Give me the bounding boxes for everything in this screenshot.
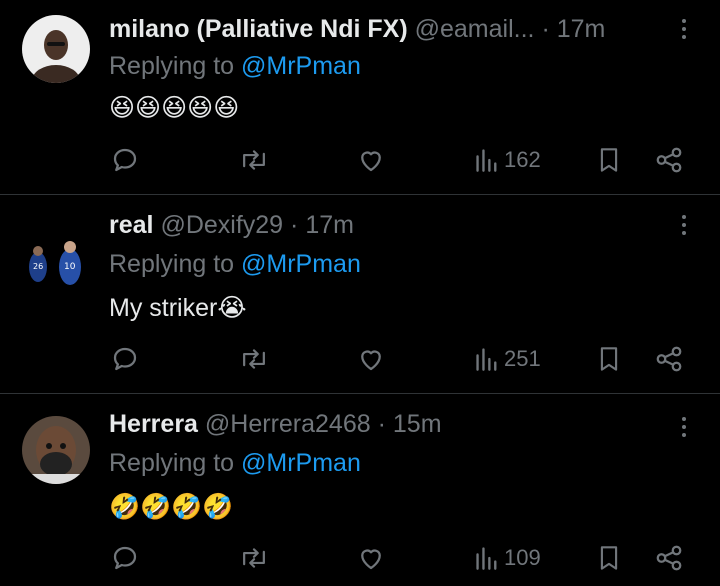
share-icon [656,147,682,173]
retweet-icon [243,349,265,369]
replying-to-label: Replying to [109,449,235,477]
timestamp[interactable]: 17m [557,15,606,43]
share-icon [656,545,682,571]
like-button[interactable] [356,342,386,376]
reply-icon [113,546,137,570]
timestamp[interactable]: 15m [393,410,442,438]
tweet-2[interactable]: 26 10 real @Dexify29 · 17m Replying to @… [0,195,720,393]
views-icon [476,149,497,172]
bookmark-button[interactable] [596,541,622,575]
reply-button[interactable] [110,143,140,177]
views-count: 109 [504,545,541,570]
views-button[interactable]: 162 [474,143,541,177]
separator-dot: · [377,410,386,438]
bookmark-button[interactable] [596,143,622,177]
display-name[interactable]: real [109,211,153,239]
reply-icon [113,148,137,172]
retweet-button[interactable] [238,143,270,177]
tweet-text: 😆😆😆😆😆 [109,93,240,122]
avatar[interactable] [22,416,90,484]
replying-to: Replying to @MrPman [109,50,361,82]
reply-icon [113,347,137,371]
bookmark-button[interactable] [596,342,622,376]
like-icon [361,549,381,570]
user-handle[interactable]: @Dexify29 [160,211,283,239]
retweet-button[interactable] [238,342,270,376]
more-icon[interactable] [672,208,696,242]
share-icon [656,346,682,372]
replying-to-label: Replying to [109,52,235,80]
separator-dot: · [290,211,299,239]
tweet-1[interactable]: milano (Palliative Ndi FX) @eamail... · … [0,0,720,194]
like-button[interactable] [356,541,386,575]
avatar[interactable] [22,15,90,83]
tweet-text: 🤣🤣🤣🤣 [109,492,234,521]
action-bar: 162 [0,143,720,177]
views-count: 251 [504,346,541,371]
action-bar: 109 [0,541,720,575]
reply-feed: milano (Palliative Ndi FX) @eamail... · … [0,0,720,586]
replying-to-link[interactable]: @MrPman [241,52,361,80]
like-button[interactable] [356,143,386,177]
tweet-header: real @Dexify29 · 17m [109,208,669,242]
replying-to-label: Replying to [109,250,235,278]
retweet-icon [243,548,265,568]
bookmark-icon [600,148,618,172]
reply-button[interactable] [110,541,140,575]
share-button[interactable] [654,143,684,177]
user-handle[interactable]: @Herrera2468 [205,410,371,438]
more-icon[interactable] [672,12,696,46]
share-button[interactable] [654,342,684,376]
views-icon [476,547,497,570]
share-button[interactable] [654,541,684,575]
like-icon [361,151,381,172]
retweet-button[interactable] [238,541,270,575]
display-name[interactable]: Herrera [109,410,198,438]
person-avatar-image [22,15,90,83]
views-count: 162 [504,147,541,172]
replying-to-link[interactable]: @MrPman [241,250,361,278]
bookmark-icon [600,546,618,570]
svg-text:26: 26 [33,262,43,271]
retweet-icon [243,150,265,170]
svg-text:10: 10 [64,262,76,272]
tweet-text: My striker😭 [109,294,247,322]
views-button[interactable]: 251 [474,342,541,376]
replying-to: Replying to @MrPman [109,248,361,280]
like-icon [361,350,381,371]
user-handle[interactable]: @eamail... [415,15,535,43]
bearded-avatar-image [22,416,90,484]
separator-dot: · [541,15,550,43]
footballers-avatar-image: 26 10 [22,231,90,299]
avatar[interactable]: 26 10 [22,231,90,299]
views-button[interactable]: 109 [474,541,541,575]
bookmark-icon [600,347,618,371]
action-bar: 251 [0,342,720,376]
replying-to-link[interactable]: @MrPman [241,449,361,477]
views-icon [476,348,497,371]
more-icon[interactable] [672,410,696,444]
reply-button[interactable] [110,342,140,376]
tweet-header: Herrera @Herrera2468 · 15m [109,407,669,441]
tweet-3[interactable]: Herrera @Herrera2468 · 15m Replying to @… [0,394,720,586]
timestamp[interactable]: 17m [305,211,354,239]
display-name[interactable]: milano (Palliative Ndi FX) [109,15,408,43]
tweet-header: milano (Palliative Ndi FX) @eamail... · … [109,12,669,46]
replying-to: Replying to @MrPman [109,447,361,479]
